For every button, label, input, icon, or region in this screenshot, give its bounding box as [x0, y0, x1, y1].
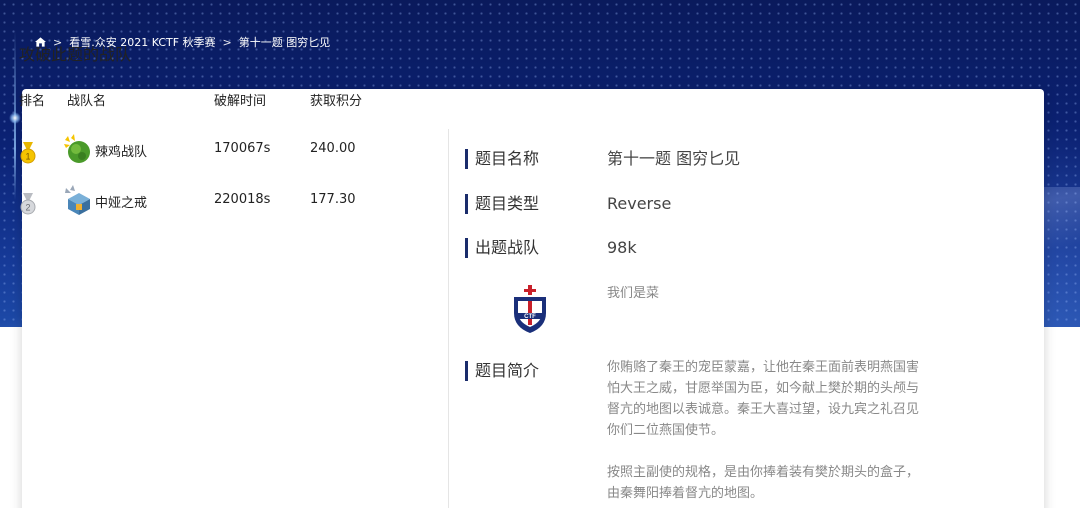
gold-medal-icon: 1: [20, 142, 36, 164]
team-name[interactable]: 中娅之戒: [95, 192, 147, 211]
silver-medal-icon: 2: [20, 193, 36, 215]
solve-time: 170067s: [214, 141, 271, 156]
solved-teams-table: 排名 战队名 破解时间 获取积分 1 辣鸡战队 170067s 240.00 2…: [19, 90, 399, 215]
breadcrumb-separator: >: [222, 35, 232, 49]
header-solve-time: 破解时间: [214, 94, 267, 109]
challenge-intro-label: 题目简介: [465, 361, 539, 381]
author-team-description: 我们是菜: [607, 286, 660, 301]
rank-number: 1: [25, 152, 30, 162]
challenge-type-label: 题目类型: [465, 194, 539, 214]
author-team-label: 出题战队: [465, 238, 539, 258]
svg-text:CTF: CTF: [524, 314, 536, 320]
score: 240.00: [310, 141, 356, 156]
challenge-name-label: 题目名称: [465, 149, 539, 169]
green-planet-avatar-icon: [64, 134, 90, 163]
breadcrumb-current-challenge: 第十一题 图穷匕见: [238, 36, 331, 49]
table-row: 1 辣鸡战队 170067s 240.00: [19, 134, 399, 164]
rank-number: 2: [25, 203, 30, 213]
solved-teams-title: 攻破此题的战队: [19, 45, 132, 64]
treasure-box-avatar-icon: [65, 185, 90, 215]
solve-time: 220018s: [214, 192, 271, 207]
header-team-name: 战队名: [67, 94, 107, 109]
ctf-shield-logo-icon: CTF: [514, 285, 546, 333]
header-score: 获取积分: [310, 94, 363, 109]
table-row: 2 中娅之戒 220018s 177.30: [19, 185, 399, 215]
score: 177.30: [310, 192, 356, 207]
header-rank: 排名: [19, 94, 46, 109]
author-team-value[interactable]: 98k: [607, 238, 637, 258]
hero-spark: [9, 112, 21, 124]
card-divider: [448, 129, 449, 508]
challenge-name-value: 第十一题 图穷匕见: [607, 149, 741, 168]
table-header: 排名 战队名 破解时间 获取积分: [19, 90, 399, 109]
intro-paragraph: 你贿赂了秦王的宠臣蒙嘉，让他在秦王面前表明燕国害怕大王之威，甘愿举国为臣，如今献…: [607, 360, 920, 438]
challenge-type-value: Reverse: [607, 194, 672, 213]
intro-paragraph: 按照主副使的规格，是由你捧着装有樊於期头的盒子，由秦舞阳捧着督亢的地图。: [607, 465, 920, 501]
team-name[interactable]: 辣鸡战队: [95, 141, 147, 160]
challenge-intro-text: 你贿赂了秦王的宠臣蒙嘉，让他在秦王面前表明燕国害怕大王之威，甘愿举国为臣，如今献…: [607, 357, 922, 504]
